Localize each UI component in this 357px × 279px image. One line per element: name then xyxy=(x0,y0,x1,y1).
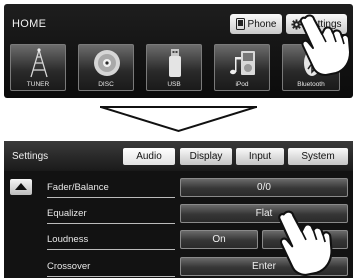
setting-label-fader-balance: Fader/Balance xyxy=(47,178,175,198)
fader-balance-button[interactable]: 0/0 xyxy=(180,178,348,197)
music-player-icon xyxy=(230,51,255,75)
tab-system[interactable]: System xyxy=(288,148,348,165)
tab-input[interactable]: Input xyxy=(236,148,284,165)
source-button-tuner[interactable]: TUNER xyxy=(10,44,66,91)
source-button-disc[interactable]: DISC xyxy=(78,44,134,91)
settings-title: Settings xyxy=(12,151,49,162)
settings-header: Settings Audio Display Input System xyxy=(4,141,353,171)
loudness-on-button[interactable]: On xyxy=(180,230,258,249)
antenna-tower-icon xyxy=(30,48,48,78)
usb-icon xyxy=(169,49,181,77)
source-label: TUNER xyxy=(26,81,50,88)
source-label: DISC xyxy=(98,81,114,88)
scroll-up-button[interactable] xyxy=(10,179,32,195)
tab-audio[interactable]: Audio xyxy=(123,148,175,165)
phone-label: Phone xyxy=(247,18,277,30)
source-button-usb[interactable]: USB xyxy=(146,44,202,91)
source-label: USB xyxy=(167,81,181,88)
source-button-ipod[interactable]: iPod xyxy=(214,44,270,91)
home-title: HOME xyxy=(12,18,47,30)
phone-button[interactable]: Phone xyxy=(230,14,282,34)
hand-pointer-icon xyxy=(278,210,333,276)
tab-display[interactable]: Display xyxy=(180,148,232,165)
source-label: Bluetooth xyxy=(297,81,325,88)
phone-icon xyxy=(235,18,245,30)
source-label: iPod xyxy=(235,81,249,88)
transition-arrow-icon xyxy=(100,106,257,133)
hand-pointer-icon xyxy=(299,14,351,76)
disc-icon xyxy=(94,50,120,76)
setting-label-crossover: Crossover xyxy=(47,257,175,277)
setting-label-loudness: Loudness xyxy=(47,230,175,250)
setting-label-equalizer: Equalizer xyxy=(47,204,175,224)
